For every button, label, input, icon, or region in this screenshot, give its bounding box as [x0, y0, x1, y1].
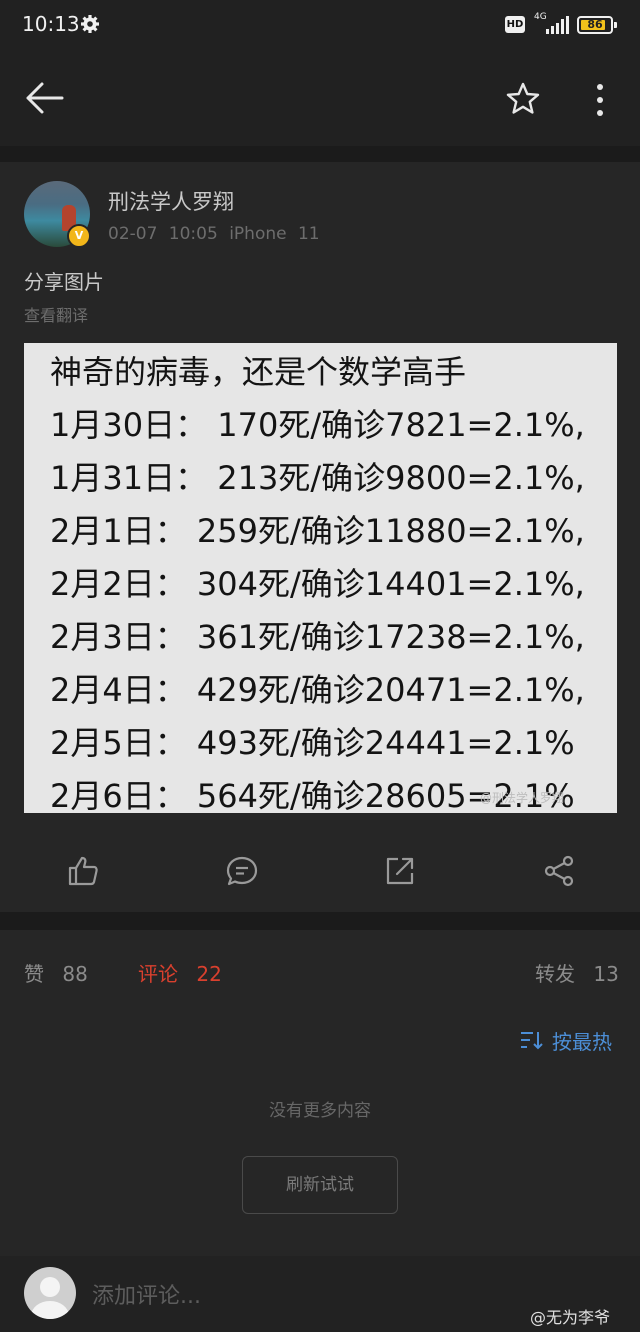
image-line: 1月31日： 213死/确诊9800=2.1%, — [50, 459, 585, 497]
sort-label: 按最热 — [552, 1030, 612, 1054]
tab-comments[interactable]: 评论 22 — [138, 958, 222, 987]
sort-icon — [521, 1032, 543, 1050]
avatar-body — [31, 1301, 69, 1319]
image-line: 1月30日： 170死/确诊7821=2.1%, — [50, 406, 585, 444]
comments-count: 22 — [196, 962, 222, 986]
comment-icon[interactable] — [225, 854, 259, 888]
battery-percent: 86 — [587, 18, 603, 31]
reposts-label: 转发 — [535, 962, 575, 986]
divider — [0, 912, 640, 930]
image-title: 神奇的病毒，还是个数学高手 — [50, 353, 467, 391]
reposts-count: 13 — [593, 962, 619, 986]
share-out-icon[interactable] — [383, 854, 417, 888]
empty-state-text: 没有更多内容 — [269, 1101, 371, 1121]
verified-badge-icon: V — [67, 224, 91, 248]
share-network-icon[interactable] — [542, 854, 576, 888]
more-vertical-icon[interactable] — [590, 82, 610, 118]
gear-icon — [81, 15, 99, 33]
post-device: iPhone 11 — [229, 224, 320, 244]
image-line: 2月2日： 304死/确诊14401=2.1%, — [50, 565, 585, 603]
image-line: 2月1日： 259死/确诊11880=2.1%, — [50, 512, 585, 550]
comment-input[interactable]: 添加评论... — [92, 1278, 392, 1310]
post-meta: 02-07 10:05 iPhone 11 — [108, 224, 320, 244]
likes-count: 88 — [62, 962, 88, 986]
post-timestamp: 02-07 10:05 — [108, 224, 218, 244]
nav-bar — [0, 54, 640, 146]
arrow-left-icon[interactable] — [24, 80, 64, 116]
author-name[interactable]: 刑法学人罗翔 — [108, 186, 234, 216]
image-line: 2月4日： 429死/确诊20471=2.1%, — [50, 671, 585, 709]
thumbs-up-icon[interactable] — [66, 854, 100, 888]
translate-link[interactable]: 查看翻译 — [24, 302, 88, 326]
avatar-head — [40, 1277, 60, 1297]
sort-button[interactable]: 按最热 — [520, 1026, 612, 1055]
user-avatar[interactable] — [24, 1267, 76, 1319]
image-line: 2月3日： 361死/确诊17238=2.1%, — [50, 618, 585, 656]
battery-icon: 86 — [577, 16, 613, 34]
comments-label: 评论 — [138, 962, 178, 986]
image-watermark: @刑法学人罗翔 — [480, 791, 565, 805]
image-line: 2月5日： 493死/确诊24441=2.1% — [50, 724, 575, 762]
hd-indicator: HD — [505, 16, 525, 33]
refresh-button[interactable]: 刷新试试 — [242, 1156, 398, 1214]
tab-reposts[interactable]: 转发 13 — [535, 958, 619, 987]
battery-tip — [614, 22, 617, 28]
likes-label: 赞 — [24, 962, 44, 986]
tab-likes[interactable]: 赞 88 — [24, 958, 88, 987]
post-text: 分享图片 — [24, 270, 104, 294]
post-image[interactable]: 神奇的病毒，还是个数学高手 1月30日： 170死/确诊7821=2.1%, 1… — [24, 343, 617, 813]
divider — [0, 146, 640, 162]
credit-watermark: @无为李爷 — [530, 1308, 611, 1327]
status-time: 10:13 — [22, 12, 80, 36]
star-icon[interactable] — [505, 82, 541, 116]
signal-icon — [546, 16, 569, 34]
